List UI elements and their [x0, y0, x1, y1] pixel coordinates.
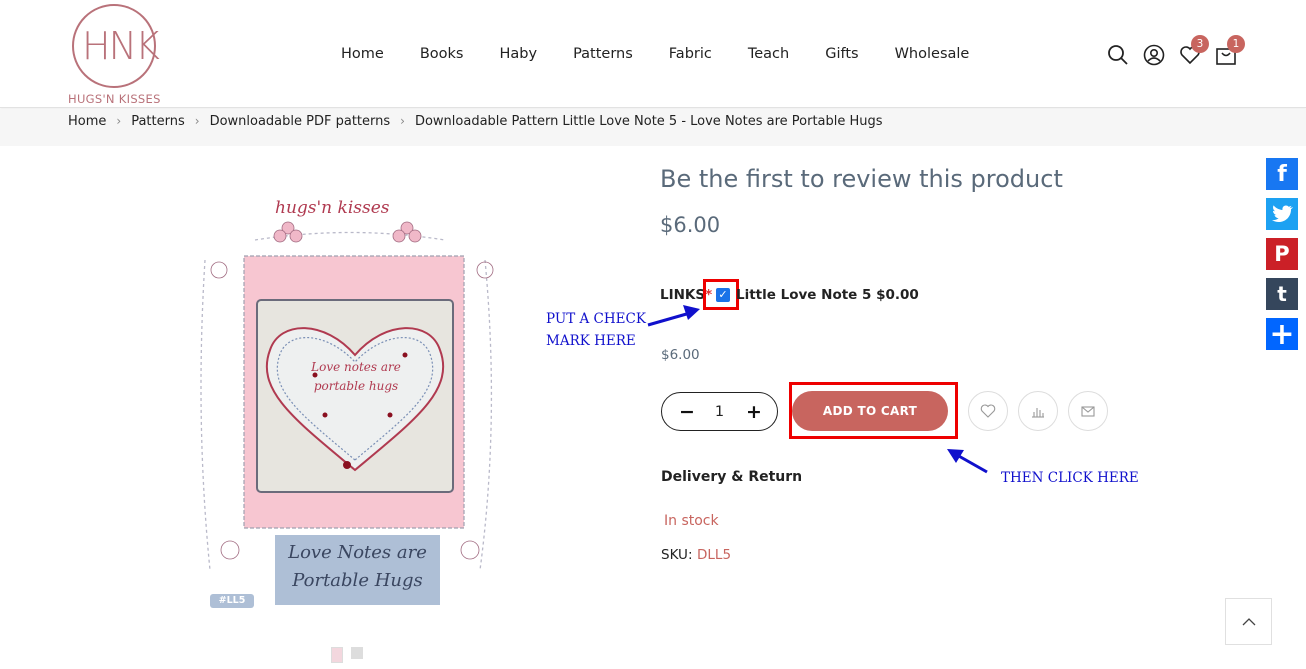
arrow-to-add-to-cart	[947, 449, 988, 474]
back-to-top-button[interactable]	[1225, 598, 1272, 645]
twitter-share-icon[interactable]	[1266, 198, 1298, 230]
chevron-up-icon	[1242, 617, 1255, 625]
annotation-arrows	[647, 305, 988, 474]
pinterest-share-icon[interactable]: P	[1266, 238, 1298, 270]
arrow-to-checkbox	[647, 305, 700, 327]
facebook-share-icon[interactable]: f	[1266, 158, 1298, 190]
share-plus-icon[interactable]: +	[1266, 317, 1298, 352]
tumblr-share-icon[interactable]: t	[1266, 278, 1298, 310]
